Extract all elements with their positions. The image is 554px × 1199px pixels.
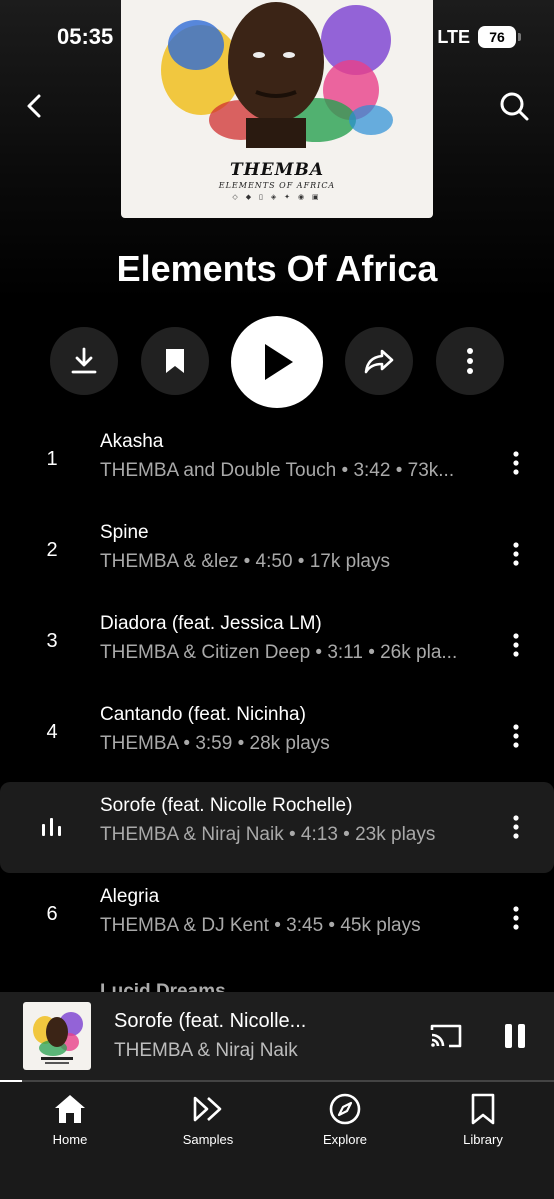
track-number: 2 [46,539,58,561]
more-button[interactable] [436,327,504,395]
cover-artist-text: THEMBA [229,160,325,180]
track-row[interactable]: 1 Akasha THEMBA and Double Touch • 3:42 … [0,418,554,509]
more-vertical-icon [513,906,519,930]
cast-icon [430,1024,462,1048]
track-row[interactable]: 2 Spine THEMBA & &lez • 4:50 • 17k plays [0,509,554,600]
track-number: 6 [46,903,58,925]
home-icon [55,1095,85,1123]
track-more-button[interactable] [504,721,528,751]
more-vertical-icon [513,542,519,566]
track-row[interactable]: 6 Alegria THEMBA & DJ Kent • 3:45 • 45k … [0,873,554,964]
partial-track-title: Lucid Dreams [100,981,226,992]
battery-level: 76 [489,29,505,45]
nav-library-label: Library [463,1132,503,1147]
now-playing-title: Sorofe (feat. Nicolle... [114,1010,307,1032]
track-number: 3 [46,630,58,652]
compass-icon [329,1093,361,1125]
bookmark-icon [166,349,184,373]
track-subtitle: THEMBA & Citizen Deep • 3:11 • 26k pla..… [100,642,458,663]
nav-explore[interactable]: Explore [290,1092,400,1147]
samples-icon [193,1096,222,1122]
track-title: Sorofe (feat. Nicolle Rochelle) [100,795,353,816]
track-subtitle: THEMBA & Niraj Naik • 4:13 • 23k plays [100,824,436,845]
battery-icon: 76 [478,26,521,48]
cover-subtitle-text: ELEMENTS OF AFRICA [218,181,336,190]
track-more-button[interactable] [504,812,528,842]
track-more-button[interactable] [504,448,528,478]
equalizer-icon [42,818,61,836]
track-number: 4 [46,721,58,743]
nav-library[interactable]: Library [428,1092,538,1147]
search-icon [500,92,529,121]
track-subtitle: THEMBA & &lez • 4:50 • 17k plays [100,551,390,572]
track-subtitle: THEMBA and Double Touch • 3:42 • 73k... [100,460,455,481]
mini-player-artwork [23,1002,91,1070]
play-button[interactable] [231,316,323,408]
now-playing-artist: THEMBA & Niraj Naik [114,1040,298,1061]
nav-samples-label: Samples [182,1132,234,1147]
nav-samples[interactable]: Samples [153,1092,263,1147]
pause-icon [505,1024,525,1048]
bottom-navigation: Home Samples Explore Library [0,1082,554,1199]
cast-button[interactable] [428,1019,464,1053]
chevron-left-icon [27,94,41,118]
save-button[interactable] [141,327,209,395]
more-vertical-icon [513,724,519,748]
more-vertical-icon [467,348,473,374]
track-more-button[interactable] [504,539,528,569]
download-button[interactable] [50,327,118,395]
album-thumbnail [33,1012,83,1064]
track-row[interactable]: 3 Diadora (feat. Jessica LM) THEMBA & Ci… [0,600,554,691]
download-icon [71,347,97,374]
cover-artwork [161,2,393,148]
track-subtitle: THEMBA • 3:59 • 28k plays [100,733,330,754]
album-cover: THEMBA ELEMENTS OF AFRICA ◇ ◆ ▯ ◈ ✦ ◉ ▣ [121,0,433,218]
network-label: LTE [437,26,470,47]
track-title: Diadora (feat. Jessica LM) [100,613,322,634]
more-vertical-icon [513,451,519,475]
nav-home-label: Home [52,1132,88,1147]
album-title: Elements Of Africa [116,248,438,289]
track-more-button[interactable] [504,630,528,660]
more-vertical-icon [513,815,519,839]
nav-explore-label: Explore [322,1132,368,1147]
track-title: Akasha [100,431,164,452]
status-time: 05:35 [57,24,114,49]
more-vertical-icon [513,633,519,657]
track-title: Spine [100,522,149,543]
mini-player[interactable]: Sorofe (feat. Nicolle... THEMBA & Niraj … [0,992,554,1080]
status-indicators: LTE 76 [437,26,521,48]
share-button[interactable] [345,327,413,395]
track-title: Cantando (feat. Nicinha) [100,704,306,725]
track-more-button[interactable] [504,903,528,933]
pause-button[interactable] [498,1019,532,1053]
track-subtitle: THEMBA & DJ Kent • 3:45 • 45k plays [100,915,421,936]
nav-home[interactable]: Home [15,1092,125,1147]
track-row[interactable]: 4 Cantando (feat. Nicinha) THEMBA • 3:59… [0,691,554,782]
cover-symbols: ◇ ◆ ▯ ◈ ✦ ◉ ▣ [232,194,322,201]
track-number: 1 [46,448,58,470]
share-icon [364,349,394,374]
bookmark-icon [471,1093,495,1125]
back-button[interactable] [18,90,50,122]
track-row-now-playing[interactable]: Sorofe (feat. Nicolle Rochelle) THEMBA &… [0,782,554,873]
track-title: Alegria [100,886,160,907]
play-icon [265,344,293,380]
search-button[interactable] [496,88,532,124]
